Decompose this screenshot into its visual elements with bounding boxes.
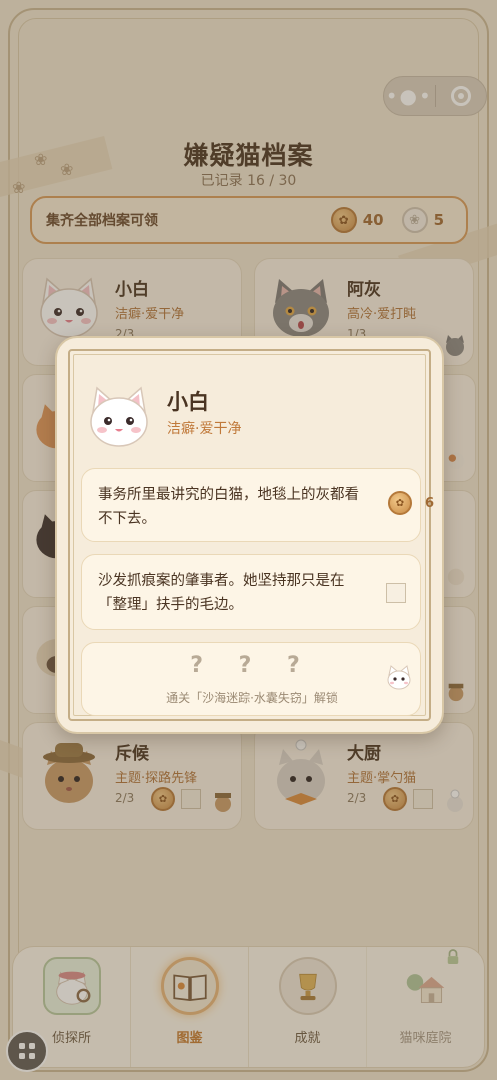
- white-cat-mini-icon: [387, 665, 411, 690]
- modal-cat-tag: 洁癖·爱干净: [167, 421, 242, 437]
- cat-detail-modal: 小白 洁癖·爱干净 事务所里最讲究的白猫，地毯上的灰都看不下去。 ✿ 6 沙发抓…: [55, 336, 444, 734]
- coin-icon: ✿: [388, 491, 412, 515]
- unlock-hint: 通关「沙海迷踪·水囊失窃」解锁: [166, 691, 338, 705]
- entry-reward: 6: [424, 496, 434, 511]
- file-entry-3-locked[interactable]: ? ? ? 通关「沙海迷踪·水囊失窃」解锁: [81, 642, 421, 716]
- file-entry-1[interactable]: 事务所里最讲究的白猫，地毯上的灰都看不下去。 ✿ 6: [81, 468, 434, 542]
- modal-cat-name: 小白: [167, 390, 209, 414]
- entry-text: 事务所里最讲究的白猫，地毯上的灰都看不下去。: [98, 487, 359, 527]
- entry-text: 沙发抓痕案的肇事者。她坚持那只是在「整理」扶手的毛边。: [98, 573, 345, 613]
- file-entry-2[interactable]: 沙发抓痕案的肇事者。她坚持那只是在「整理」扶手的毛边。: [81, 554, 421, 630]
- empty-slot: [386, 583, 406, 603]
- masked-text: ? ? ?: [190, 653, 314, 678]
- white-cat-avatar: [90, 386, 148, 447]
